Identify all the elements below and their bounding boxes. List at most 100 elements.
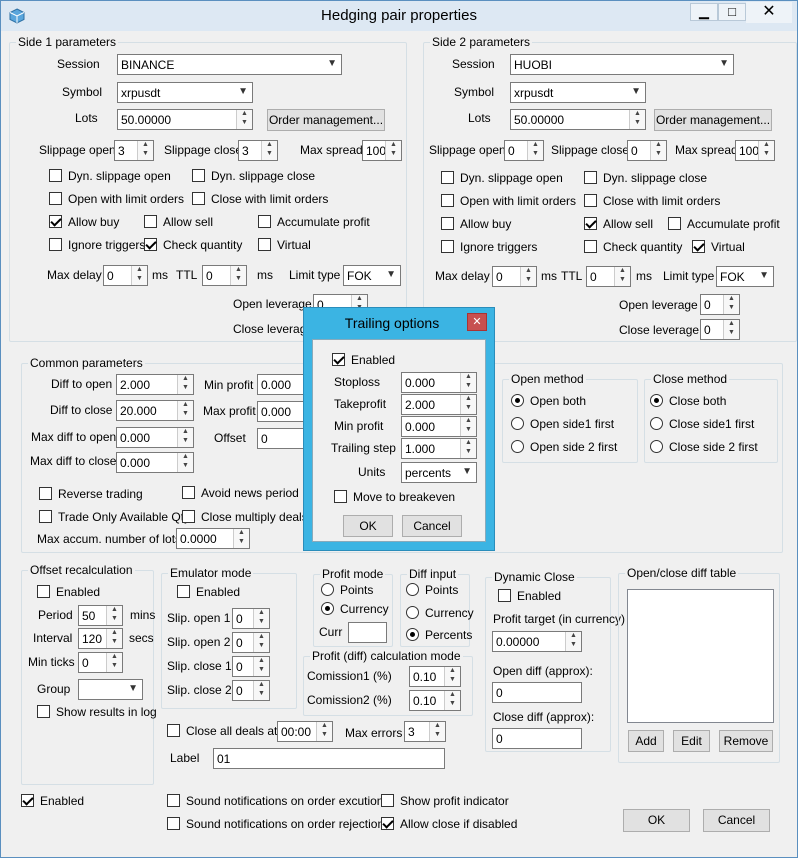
close-diff-input[interactable]: 0 [492,728,582,749]
trailing-cancel-button[interactable]: Cancel [402,515,462,537]
side2-slip-open-input[interactable]: 0 ▲ ▼ [504,140,544,161]
trade-only-checkbox[interactable] [39,510,52,523]
minimize-button[interactable]: ▁ [690,3,718,21]
side2-virtual-checkbox[interactable] [692,240,705,253]
side2-session-select[interactable]: HUOBI ▼ [510,54,734,75]
side1-order-management-button[interactable]: Order management... [267,109,385,131]
commission1-input[interactable]: 0.10 ▲ ▼ [409,666,461,687]
side1-ignore-checkbox[interactable] [49,238,62,251]
side2-close-limit-checkbox[interactable] [584,194,597,207]
side2-open-lev-input[interactable]: 0 ▲ ▼ [700,294,740,315]
group-select[interactable]: ▼ [78,679,143,700]
side2-dyn-close-checkbox[interactable] [584,171,597,184]
trailing-ok-button[interactable]: OK [343,515,393,537]
ok-button[interactable]: OK [623,809,690,832]
show-profit-checkbox[interactable] [381,794,394,807]
side1-slip-open-input[interactable]: 3 ▲ ▼ [114,140,154,161]
side1-slip-close-input[interactable]: 3 ▲ ▼ [238,140,278,161]
max-accum-input[interactable]: 0.0000 ▲ ▼ [176,528,250,549]
allow-close-checkbox[interactable] [381,817,394,830]
side1-limit-type-select[interactable]: FOK ▼ [343,265,401,286]
interval-input[interactable]: 120 ▲ ▼ [78,628,123,649]
side2-limit-type-select[interactable]: FOK ▼ [716,266,774,287]
close-time-input[interactable]: 00:00 ▲ ▼ [277,721,333,742]
side1-ttl-input[interactable]: 0 ▲ ▼ [202,265,247,286]
side2-slip-close-input[interactable]: 0 ▲ ▼ [627,140,667,161]
side1-check-qty-checkbox[interactable] [144,238,157,251]
side1-accum-checkbox[interactable] [258,215,271,228]
open-both-radio[interactable] [511,394,524,407]
side2-max-spread-input[interactable]: 100 ▲ ▼ [735,140,775,161]
slip-open2-input[interactable]: 0 ▲ ▼ [232,632,270,653]
side2-order-management-button[interactable]: Order management... [654,109,772,131]
diff-points-radio[interactable] [406,583,419,596]
side1-virtual-checkbox[interactable] [258,238,271,251]
side2-ttl-input[interactable]: 0 ▲ ▼ [586,266,631,287]
side2-check-qty-checkbox[interactable] [584,240,597,253]
slip-close1-input[interactable]: 0 ▲ ▼ [232,656,270,677]
units-select[interactable]: percents ▼ [401,462,477,483]
diff-close-input[interactable]: 20.000 ▲ ▼ [116,400,194,421]
side2-max-delay-input[interactable]: 0 ▲ ▼ [492,266,537,287]
close-side1-radio[interactable] [650,417,663,430]
open-side1-radio[interactable] [511,417,524,430]
maximize-button[interactable]: □ [718,3,746,21]
commission2-input[interactable]: 0.10 ▲ ▼ [409,690,461,711]
max-diff-close-input[interactable]: 0.000 ▲ ▼ [116,452,194,473]
label-input[interactable]: 01 [213,748,445,769]
side2-lots-input[interactable]: 50.00000 ▲ ▼ [510,109,646,130]
side2-symbol-select[interactable]: xrpusdt ▼ [510,82,646,103]
trailing-step-input[interactable]: 1.000 ▲ ▼ [401,438,477,459]
offset-input[interactable]: 0 [257,428,305,449]
trailing-enabled-checkbox[interactable] [332,353,345,366]
period-input[interactable]: 50 ▲ ▼ [78,605,123,626]
side2-dyn-open-checkbox[interactable] [441,171,454,184]
min-ticks-input[interactable]: 0 ▲ ▼ [78,652,123,673]
side1-dyn-open-checkbox[interactable] [49,169,62,182]
avoid-news-checkbox[interactable] [182,486,195,499]
show-results-checkbox[interactable] [37,705,50,718]
curr-input[interactable] [348,622,387,643]
diff-open-input[interactable]: 2.000 ▲ ▼ [116,374,194,395]
remove-button[interactable]: Remove [719,730,773,752]
slip-close2-input[interactable]: 0 ▲ ▼ [232,680,270,701]
reverse-trading-checkbox[interactable] [39,487,52,500]
side2-allow-sell-checkbox[interactable] [584,217,597,230]
side1-allow-sell-checkbox[interactable] [144,215,157,228]
side1-max-spread-input[interactable]: 100 ▲ ▼ [362,140,402,161]
trailing-close-button[interactable]: ✕ [467,313,487,331]
min-profit-input[interactable]: 0.000 [257,374,305,395]
close-window-button[interactable]: ✕ [746,2,792,23]
profit-points-radio[interactable] [321,583,334,596]
side1-max-delay-input[interactable]: 0 ▲ ▼ [103,265,148,286]
max-profit-input[interactable]: 0.000 [257,401,305,422]
side2-accum-checkbox[interactable] [668,217,681,230]
side1-dyn-close-checkbox[interactable] [192,169,205,182]
side1-open-limit-checkbox[interactable] [49,192,62,205]
sound-rej-checkbox[interactable] [167,817,180,830]
close-side2-radio[interactable] [650,440,663,453]
close-all-checkbox[interactable] [167,724,180,737]
open-side2-radio[interactable] [511,440,524,453]
side2-close-lev-input[interactable]: 0 ▲ ▼ [700,319,740,340]
diff-table-list[interactable] [627,589,774,723]
side2-open-limit-checkbox[interactable] [441,194,454,207]
side1-close-limit-checkbox[interactable] [192,192,205,205]
profit-currency-radio[interactable] [321,602,334,615]
max-diff-open-input[interactable]: 0.000 ▲ ▼ [116,427,194,448]
side2-ignore-checkbox[interactable] [441,240,454,253]
side2-allow-buy-checkbox[interactable] [441,217,454,230]
cancel-button[interactable]: Cancel [703,809,770,832]
emulator-enabled-checkbox[interactable] [177,585,190,598]
side1-allow-buy-checkbox[interactable] [49,215,62,228]
sound-exec-checkbox[interactable] [167,794,180,807]
diff-currency-radio[interactable] [406,606,419,619]
diff-percents-radio[interactable] [406,628,419,641]
profit-target-input[interactable]: 0.00000 ▲ ▼ [492,631,582,652]
enabled-checkbox[interactable] [21,794,34,807]
side1-symbol-select[interactable]: xrpusdt ▼ [117,82,253,103]
breakeven-checkbox[interactable] [334,490,347,503]
side1-lots-input[interactable]: 50.00000 ▲ ▼ [117,109,253,130]
close-both-radio[interactable] [650,394,663,407]
side1-session-select[interactable]: BINANCE ▼ [117,54,342,75]
